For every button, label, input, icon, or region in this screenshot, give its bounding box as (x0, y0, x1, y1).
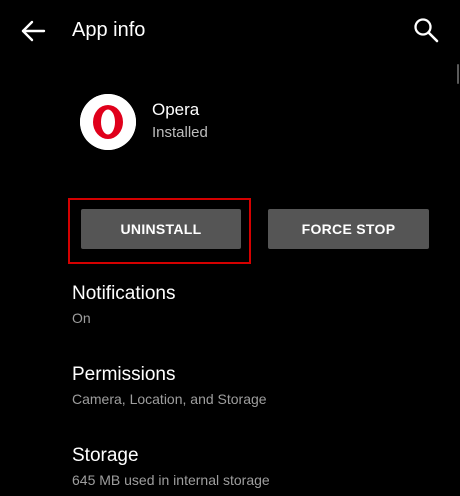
search-button[interactable] (410, 14, 442, 46)
scrollbar[interactable] (457, 64, 459, 84)
app-header: Opera Installed (80, 94, 380, 150)
pref-title: Permissions (72, 364, 176, 385)
pref-summary: On (72, 310, 91, 326)
app-name: Opera (152, 100, 200, 119)
app-info-screen: App info Opera Installed UNINSTALL FORCE… (0, 0, 460, 496)
uninstall-button[interactable]: UNINSTALL (81, 209, 241, 249)
pref-storage[interactable]: Storage 645 MB used in internal storage (72, 445, 442, 488)
toolbar: App info (0, 0, 460, 60)
opera-logo-icon (80, 94, 136, 150)
pref-summary: Camera, Location, and Storage (72, 391, 267, 407)
pref-permissions[interactable]: Permissions Camera, Location, and Storag… (72, 364, 442, 407)
force-stop-button[interactable]: FORCE STOP (268, 209, 429, 249)
pref-title: Notifications (72, 283, 176, 304)
search-icon (414, 18, 439, 43)
back-button[interactable] (18, 16, 48, 46)
pref-title: Storage (72, 445, 139, 466)
pref-notifications[interactable]: Notifications On (72, 283, 442, 326)
page-title: App info (72, 19, 146, 41)
arrow-left-icon (21, 20, 46, 42)
app-status: Installed (152, 124, 208, 141)
pref-summary: 645 MB used in internal storage (72, 472, 270, 488)
